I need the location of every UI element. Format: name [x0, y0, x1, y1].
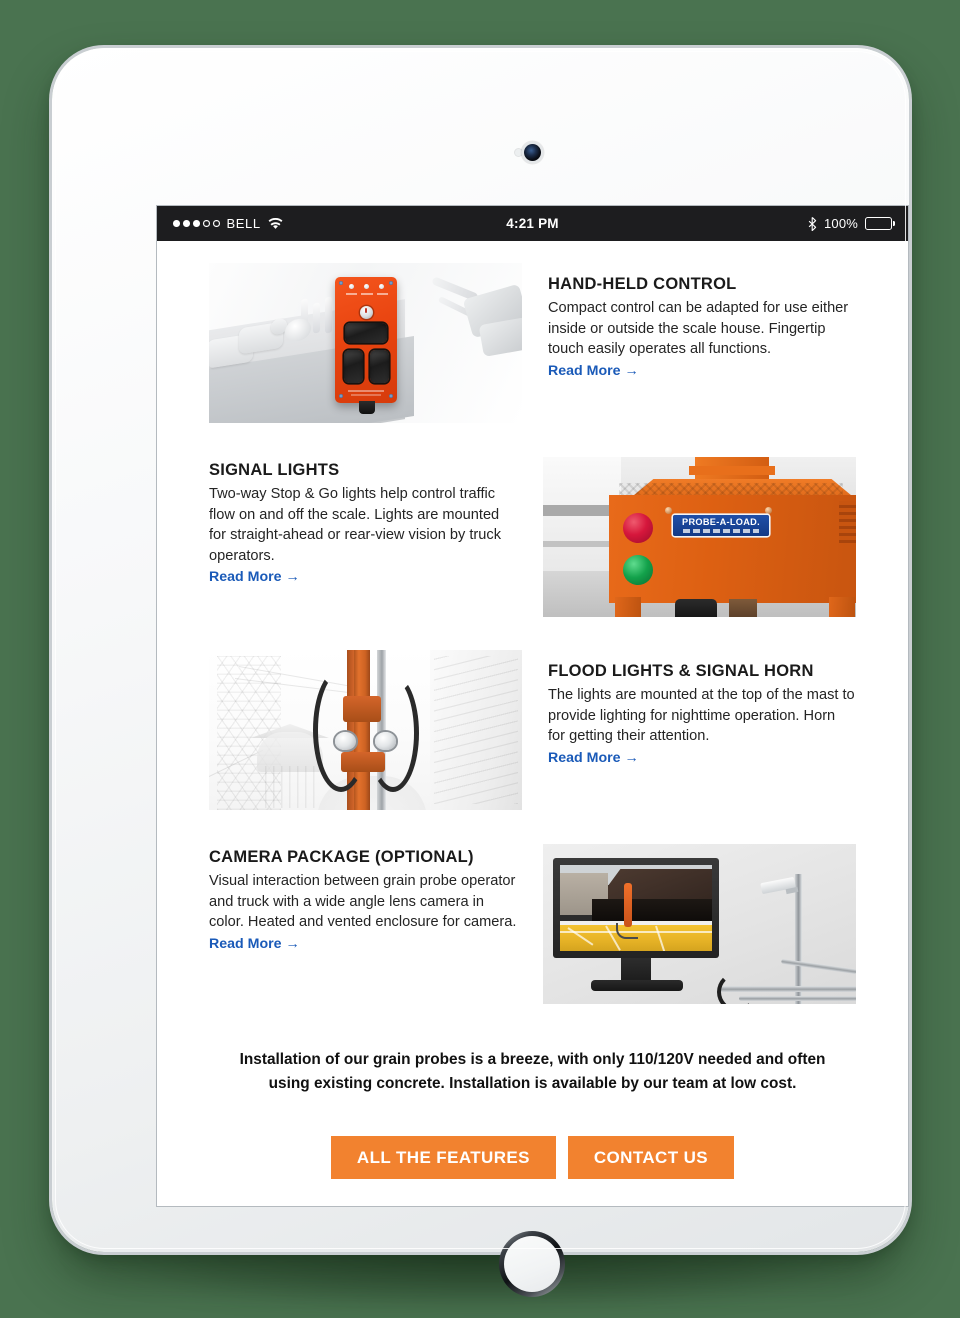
feature-description: Visual interaction between grain probe o…: [209, 873, 517, 930]
feature-image-hand-held-control: [209, 263, 522, 423]
web-page-content: HAND-HELD CONTROL Compact control can be…: [157, 241, 908, 1206]
read-more-link-signal-lights[interactable]: Read More →: [209, 569, 300, 585]
read-more-label: Read More: [209, 569, 282, 585]
feature-row-flood-lights-signal-horn: FLOOD LIGHTS & SIGNAL HORN The lights ar…: [157, 617, 908, 810]
feature-row-signal-lights: SIGNAL LIGHTS Two-way Stop & Go lights h…: [157, 423, 908, 617]
feature-row-hand-held-control: HAND-HELD CONTROL Compact control can be…: [157, 241, 908, 423]
feature-title: CAMERA PACKAGE (OPTIONAL): [209, 848, 474, 866]
ambient-sensor-icon: [514, 148, 523, 157]
feature-image-flood-lights-signal-horn: [209, 650, 522, 810]
screenshot-stage: BELL 4:21 PM 100% HAND-HELD CONTROL Comp…: [0, 0, 960, 1318]
feature-image-signal-lights: PROBE-A-LOAD.: [543, 457, 856, 617]
feature-text-camera-package: CAMERA PACKAGE (OPTIONAL) Visual interac…: [209, 844, 517, 953]
wifi-icon: [268, 217, 283, 230]
read-more-link-flood-lights-signal-horn[interactable]: Read More →: [548, 750, 639, 766]
cellular-signal-icon: [173, 220, 220, 227]
probe-a-load-badge: PROBE-A-LOAD.: [673, 515, 769, 536]
arrow-right-icon: →: [624, 362, 639, 379]
feature-text-signal-lights: SIGNAL LIGHTS Two-way Stop & Go lights h…: [209, 457, 517, 586]
feature-description: The lights are mounted at the top of the…: [548, 687, 855, 744]
status-bar-left: BELL: [173, 216, 506, 231]
cta-button-row: ALL THE FEATURES CONTACT US: [157, 1136, 908, 1179]
installation-promo-text: Installation of our grain probes is a br…: [239, 1051, 826, 1092]
tablet-screen: BELL 4:21 PM 100% HAND-HELD CONTROL Comp…: [157, 206, 908, 1206]
feature-description: Two-way Stop & Go lights help control tr…: [209, 486, 501, 564]
feature-title: HAND-HELD CONTROL: [548, 275, 737, 293]
contact-us-button[interactable]: CONTACT US: [567, 1136, 735, 1179]
read-more-label: Read More: [209, 935, 282, 952]
feature-text-flood-lights-signal-horn: FLOOD LIGHTS & SIGNAL HORN The lights ar…: [548, 650, 856, 767]
ios-status-bar: BELL 4:21 PM 100%: [157, 206, 908, 241]
all-the-features-button[interactable]: ALL THE FEATURES: [330, 1136, 556, 1179]
feature-text-hand-held-control: HAND-HELD CONTROL Compact control can be…: [548, 263, 856, 380]
read-more-link-hand-held-control[interactable]: Read More →: [548, 363, 639, 379]
arrow-right-icon: →: [285, 935, 300, 952]
bluetooth-icon: [808, 216, 817, 231]
home-button[interactable]: [499, 1231, 565, 1297]
battery-percentage-label: 100%: [823, 216, 859, 231]
read-more-label: Read More: [548, 362, 621, 379]
feature-title: SIGNAL LIGHTS: [209, 461, 340, 479]
status-bar-right: 100%: [559, 216, 896, 231]
tablet-device: BELL 4:21 PM 100% HAND-HELD CONTROL Comp…: [52, 48, 909, 1297]
feature-row-camera-package: CAMERA PACKAGE (OPTIONAL) Visual interac…: [157, 810, 908, 1004]
feature-description: Compact control can be adapted for use e…: [548, 300, 849, 357]
arrow-right-icon: →: [285, 569, 300, 585]
carrier-label: BELL: [226, 216, 261, 231]
battery-icon: [865, 217, 896, 230]
badge-label: PROBE-A-LOAD.: [682, 516, 760, 527]
feature-image-camera-package: [543, 844, 856, 1004]
feature-title: FLOOD LIGHTS & SIGNAL HORN: [548, 662, 814, 680]
read-more-label: Read More: [548, 749, 621, 766]
read-more-link-camera-package[interactable]: Read More →: [209, 936, 300, 952]
arrow-right-icon: →: [624, 749, 639, 766]
front-camera-icon: [524, 144, 541, 161]
status-bar-clock: 4:21 PM: [506, 216, 559, 231]
